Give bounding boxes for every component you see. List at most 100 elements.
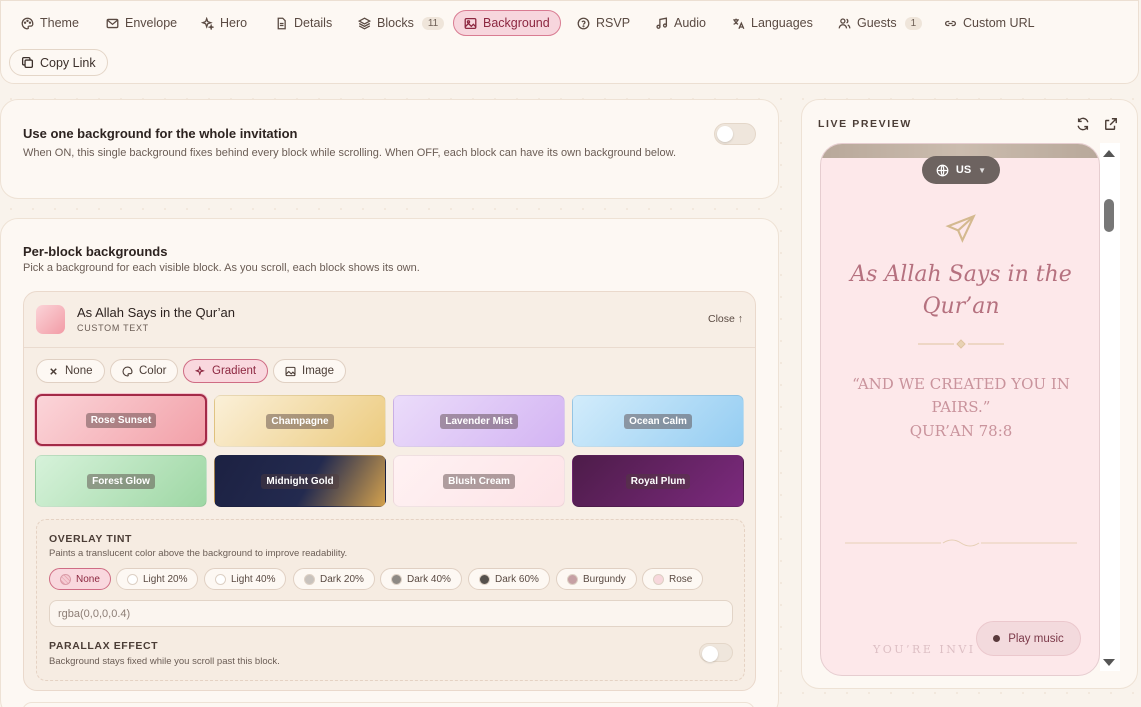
tab-label: RSVP [596,16,631,30]
tab-guests[interactable]: Guests 1 [828,10,932,36]
gradient-label: Champagne [266,413,334,429]
next-block-card-edge [22,702,755,707]
overlay-section: OVERLAY TINT Paints a translucent color … [36,519,745,681]
tint-dark-40[interactable]: Dark 40% [380,568,462,590]
bg-option-image[interactable]: Image [273,359,346,383]
play-music-label: Play music [1008,632,1064,645]
option-label: Color [139,365,167,377]
tab-hero[interactable]: Hero [191,10,257,36]
tint-label: Burgundy [583,573,626,585]
link-icon [944,20,957,26]
color-dot [479,573,490,585]
image-icon [464,17,477,29]
preview-reference: QUR’AN 78:8 [909,422,1013,440]
per-block-description: Pick a background for each visible block… [23,262,420,274]
gradient-label: Lavender Mist [440,413,518,429]
tab-label: Custom URL [963,16,1035,30]
gradient-label: Blush Cream [443,473,515,489]
option-label: Gradient [212,365,257,377]
parallax-toggle[interactable] [699,643,733,662]
tint-label: None [76,573,100,585]
play-music-button[interactable]: Play music [976,621,1081,656]
tab-custom-url[interactable]: Custom URL [934,10,1045,36]
count-badge: 11 [421,16,445,30]
preview-footer-text: YOU’RE INVI [873,643,976,656]
tab-label: Blocks [377,16,414,30]
bg-option-color[interactable]: Color [110,359,179,383]
external-link-icon[interactable] [1104,117,1118,131]
tint-label: Dark 60% [495,573,539,585]
tint-rose[interactable]: Rose [642,568,704,590]
tab-envelope[interactable]: Envelope [96,10,187,36]
tint-dark-60[interactable]: Dark 60% [468,568,550,590]
color-dot [567,573,578,585]
bg-option-gradient[interactable]: Gradient [183,359,269,383]
refresh-icon[interactable] [1076,117,1090,131]
overlay-title: OVERLAY TINT [49,533,133,545]
divider-ornament [918,339,1004,349]
tab-details[interactable]: Details [265,10,342,36]
gradient-label: Midnight Gold [261,473,339,489]
users-icon [838,17,851,28]
globe-icon [936,164,949,176]
gradient-forest-glow[interactable]: Forest Glow [35,455,207,507]
tab-rsvp[interactable]: RSVP [567,10,640,36]
tint-label: Dark 40% [407,573,451,585]
gradient-rose-sunset[interactable]: Rose Sunset [35,394,207,446]
overlay-value-input[interactable] [49,600,733,627]
tint-light-40[interactable]: Light 40% [204,568,287,590]
global-background-card: Use one background for the whole invitat… [0,99,779,199]
language-selector[interactable]: US ▼ [922,156,1000,184]
option-label: None [65,365,93,377]
divider-ornament [845,539,1077,547]
tab-blocks[interactable]: Blocks 11 [348,10,454,36]
paper-plane-icon [945,214,976,243]
gradient-royal-plum[interactable]: Royal Plum [572,455,744,507]
tint-light-20[interactable]: Light 20% [116,568,199,590]
global-bg-toggle[interactable] [714,123,756,145]
block-type: CUSTOM TEXT [77,323,149,333]
tint-dark-20[interactable]: Dark 20% [293,568,375,590]
tab-label: Languages [751,16,813,30]
scroll-thumb[interactable] [1104,199,1114,232]
global-bg-description: When ON, this single background fixes be… [23,147,677,159]
global-bg-title: Use one background for the whole invitat… [23,126,298,141]
top-tab-bar: Theme Envelope Hero Details Blocks 11 Ba… [0,0,1139,84]
preview-quote: “AND WE CREATED YOU IN PAIRS.” [852,375,1070,416]
gradient-label: Rose Sunset [85,412,157,428]
tab-theme[interactable]: Theme [11,10,89,36]
copy-link-button[interactable]: Copy Link [9,49,108,76]
gradient-label: Ocean Calm [624,413,692,429]
envelope-icon [106,18,119,28]
parallax-title: PARALLAX EFFECT [49,640,159,652]
bg-option-none[interactable]: None [36,359,105,383]
phone-preview[interactable]: US ▼ As Allah Says in the Qur’an “AND WE… [820,143,1100,676]
tint-burgundy[interactable]: Burgundy [556,568,637,590]
translate-icon [733,18,745,29]
tint-label: Light 20% [143,573,188,585]
close-block-button[interactable]: Close ↑ [708,313,743,325]
preview-heading: As Allah Says in the Qur’an [850,262,1072,319]
gradient-ocean-calm[interactable]: Ocean Calm [572,395,744,447]
tab-label: Hero [220,16,248,30]
tab-audio[interactable]: Audio [645,10,716,36]
music-note-icon [656,16,668,29]
option-label: Image [302,365,334,377]
palette-icon [122,365,133,377]
gradient-lavender-mist[interactable]: Lavender Mist [393,395,565,447]
scroll-up-arrow[interactable] [1103,150,1115,157]
play-dot-icon [993,635,1001,642]
block-header[interactable]: As Allah Says in the Qur’an CUSTOM TEXT … [24,292,755,348]
scroll-down-arrow[interactable] [1103,659,1115,666]
tab-languages[interactable]: Languages [722,10,823,36]
gradient-blush-cream[interactable]: Blush Cream [393,455,565,507]
tint-none[interactable]: None [49,568,111,590]
tint-label: Light 40% [231,573,276,585]
gradient-midnight-gold[interactable]: Midnight Gold [214,455,386,507]
layers-icon [358,16,371,30]
per-block-card: Per-block backgrounds Pick a background … [0,218,779,707]
gradient-champagne[interactable]: Champagne [214,395,386,447]
tab-background[interactable]: Background [453,10,561,36]
tint-label: Rose [669,573,693,585]
preview-scrollbar[interactable] [1100,143,1120,671]
